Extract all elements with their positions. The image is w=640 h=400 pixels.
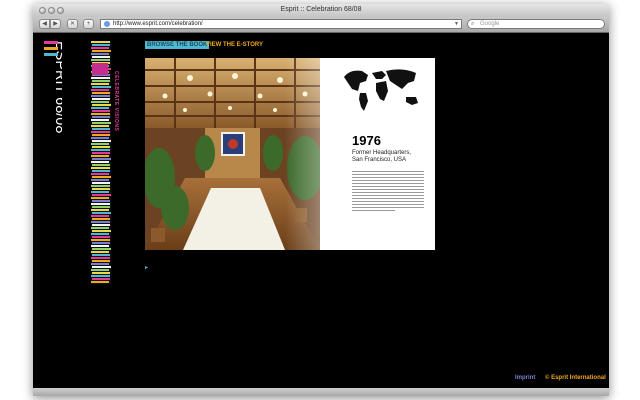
url-dropdown-icon[interactable]: ▼ — [454, 20, 459, 28]
address-bar[interactable]: http://www.esprit.com/celebration/ ▼ — [100, 19, 462, 29]
title-bar[interactable]: Esprit :: Celebration 68/08 — [33, 4, 609, 17]
copyright-text: © Esprit International — [545, 375, 606, 381]
page-content: ESPRIT 68/08 CELEBRATE VISIONS BROWSE TH… — [33, 33, 609, 388]
page-caption-line1: Former Headquarters, — [352, 150, 412, 156]
world-map-icon — [344, 69, 418, 111]
page-body-text-lines — [352, 171, 424, 213]
book-stack-graphic — [91, 41, 111, 284]
add-bookmark-button[interactable]: + — [83, 19, 94, 29]
window-bottom-bar — [33, 388, 609, 396]
imprint-link[interactable]: Imprint — [515, 375, 535, 381]
search-icon: ⌕ — [471, 21, 475, 27]
window-title: Esprit :: Celebration 68/08 — [280, 6, 362, 13]
previous-page-arrow-icon[interactable]: ▸ — [145, 264, 148, 271]
search-field[interactable]: ⌕ Google — [467, 19, 605, 29]
site-favicon-icon — [104, 21, 110, 27]
book-spread: 1976 Former Headquarters, San Francisco,… — [145, 58, 435, 250]
stop-button[interactable]: ✕ — [67, 19, 78, 29]
forward-button[interactable]: ▶ — [50, 19, 61, 29]
back-button[interactable]: ◀ — [39, 19, 50, 29]
book-spine-shadow — [285, 58, 321, 250]
esprit-logo[interactable]: ESPRIT 68/08 — [42, 39, 62, 147]
browser-window: Esprit :: Celebration 68/08 ◀ ▶ ✕ + http… — [33, 4, 609, 396]
page-caption-line2: San Francisco, USA — [352, 157, 407, 163]
side-tagline: CELEBRATE VISIONS — [113, 71, 119, 132]
view-estory-link[interactable]: VIEW THE E-STORY — [206, 41, 263, 49]
page-year: 1976 — [352, 133, 381, 148]
browse-book-link[interactable]: BROWSE THE BOOK — [145, 41, 210, 49]
browser-toolbar: ◀ ▶ ✕ + http://www.esprit.com/celebratio… — [33, 17, 609, 33]
search-placeholder[interactable]: Google — [480, 20, 499, 28]
url-text[interactable]: http://www.esprit.com/celebration/ — [113, 20, 203, 28]
